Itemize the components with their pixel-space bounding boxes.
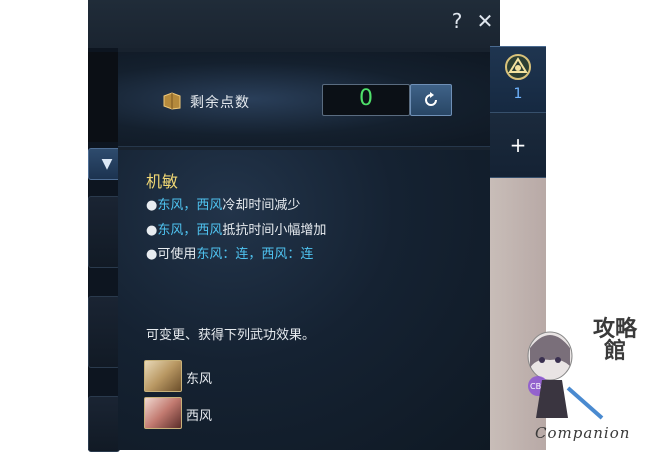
left-portrait-panel <box>88 52 121 142</box>
effect-line-3: ●可使用东风：连，西风：连 <box>146 243 313 262</box>
bullet: ● <box>146 247 158 262</box>
reset-points-button[interactable] <box>410 84 452 116</box>
effect-highlight: 东风，西风 <box>157 223 223 238</box>
left-skill-slot[interactable] <box>88 296 120 368</box>
add-tab-button[interactable]: + <box>490 112 547 178</box>
bullet: ● <box>146 223 158 238</box>
close-icon[interactable]: ✕ <box>474 10 496 32</box>
bullet: ● <box>146 198 158 213</box>
chevron-down-icon: ▼ <box>101 156 113 172</box>
left-skill-slot[interactable] <box>88 196 120 268</box>
reset-icon <box>425 92 437 106</box>
watermark-text: Companion <box>535 424 631 442</box>
wuxue-label-dongfeng: 东风 <box>186 372 213 387</box>
change-note: 可变更、获得下列武功效果。 <box>146 328 316 343</box>
class-emblem-icon <box>503 52 533 82</box>
effect-text: 抵抗时间小幅增加 <box>222 223 327 238</box>
remaining-points-value: 0 <box>359 86 373 111</box>
skill-title: 机敏 <box>146 172 179 191</box>
effect-line-2: ●东风，西风抵抗时间小幅增加 <box>146 219 326 238</box>
xifeng-skill-icon[interactable] <box>144 397 182 429</box>
dongfeng-skill-icon[interactable] <box>144 360 182 392</box>
effect-text: 冷却时间减少 <box>222 198 301 213</box>
book-icon <box>162 92 182 110</box>
effect-highlight: 东风，西风 <box>157 198 223 213</box>
title-bar <box>88 0 500 48</box>
left-skill-slot[interactable] <box>88 396 120 452</box>
effect-line-1: ●东风，西风冷却时间减少 <box>146 194 300 213</box>
remaining-points-label: 剩余点数 <box>190 95 250 111</box>
effect-text: 可使用 <box>157 247 197 262</box>
question-icon[interactable]: ? <box>446 10 468 32</box>
effect-highlight: 东风：连，西风：连 <box>196 247 314 262</box>
watermark-cn-text: 攻略館 <box>592 316 637 364</box>
tab-number: 1 <box>513 86 523 102</box>
wuxue-label-xifeng: 西风 <box>186 409 213 424</box>
